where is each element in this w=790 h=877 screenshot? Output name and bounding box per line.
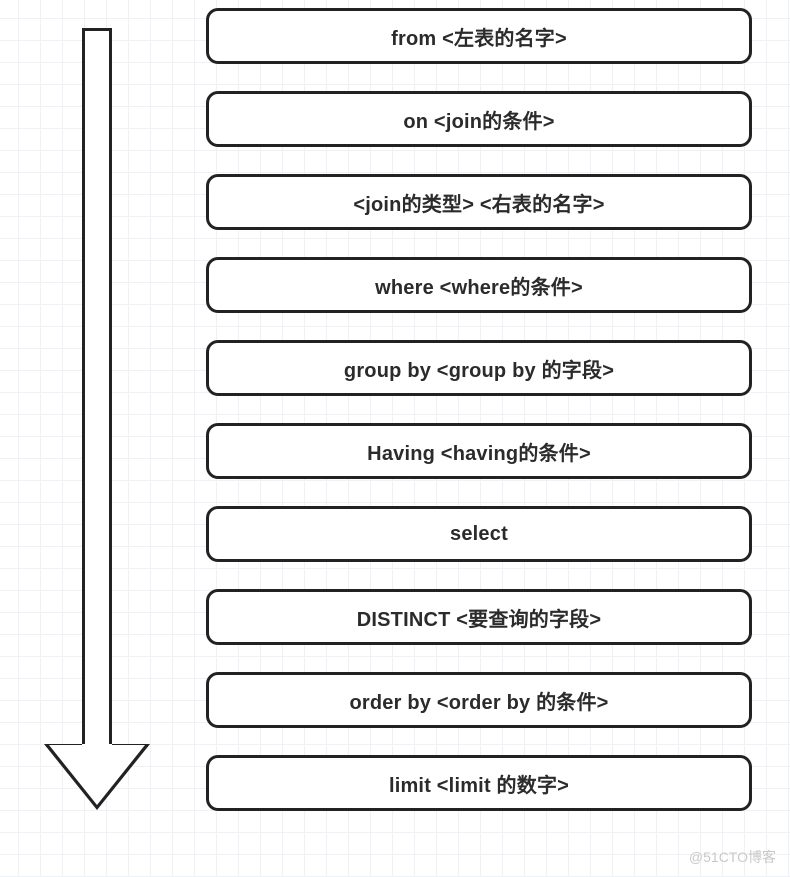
watermark: @51CTO博客 bbox=[689, 847, 776, 867]
step-where: where <where的条件> bbox=[206, 257, 752, 313]
step-order-by: order by <order by 的条件> bbox=[206, 672, 752, 728]
arrow-head-inner bbox=[49, 745, 145, 805]
arrow-shaft bbox=[82, 28, 112, 748]
steps-container: from <左表的名字> on <join的条件> <join的类型> <右表的… bbox=[206, 8, 752, 838]
step-select: select bbox=[206, 506, 752, 562]
step-from: from <左表的名字> bbox=[206, 8, 752, 64]
step-limit: limit <limit 的数字> bbox=[206, 755, 752, 811]
step-group-by: group by <group by 的字段> bbox=[206, 340, 752, 396]
arrow-head-cap bbox=[82, 744, 112, 749]
step-join: <join的类型> <右表的名字> bbox=[206, 174, 752, 230]
step-on: on <join的条件> bbox=[206, 91, 752, 147]
step-having: Having <having的条件> bbox=[206, 423, 752, 479]
step-distinct: DISTINCT <要查询的字段> bbox=[206, 589, 752, 645]
